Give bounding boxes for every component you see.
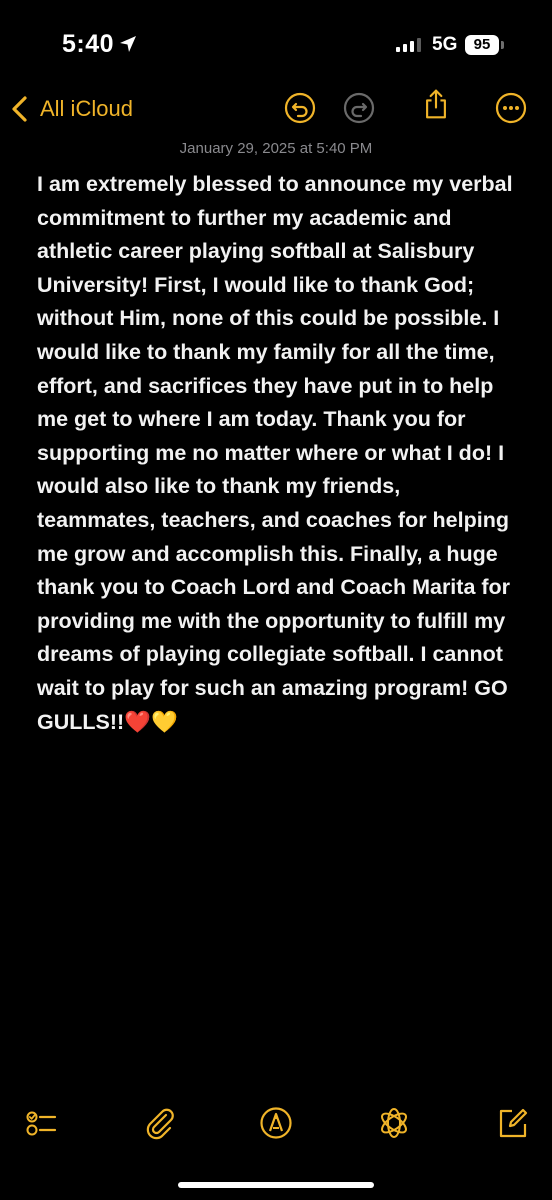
- status-time: 5:40: [62, 30, 115, 58]
- redo-icon[interactable]: [343, 92, 375, 124]
- more-icon[interactable]: [495, 92, 527, 124]
- status-bar: 5:40 5G 95: [0, 0, 552, 70]
- cellular-signal-icon: [396, 38, 421, 52]
- share-icon[interactable]: [420, 88, 452, 120]
- note-nav-bar: All iCloud: [0, 84, 552, 134]
- home-indicator[interactable]: [178, 1182, 374, 1188]
- battery-indicator: 95: [465, 35, 499, 55]
- network-type: 5G: [432, 34, 458, 55]
- checklist-icon[interactable]: [24, 1106, 58, 1140]
- paperclip-icon[interactable]: [143, 1106, 177, 1140]
- markup-icon[interactable]: [259, 1106, 293, 1140]
- location-arrow-icon: [120, 36, 136, 52]
- back-button[interactable]: All iCloud: [10, 92, 133, 126]
- battery-cap: [501, 41, 504, 49]
- chevron-left-icon: [12, 96, 27, 122]
- bottom-toolbar: [0, 1100, 552, 1150]
- note-date: January 29, 2025 at 5:40 PM: [179, 140, 373, 157]
- compose-icon[interactable]: [496, 1106, 530, 1140]
- back-label: All iCloud: [40, 96, 133, 121]
- undo-icon[interactable]: [284, 92, 316, 124]
- apple-intelligence-icon[interactable]: [377, 1106, 411, 1140]
- note-body-text[interactable]: I am extremely blessed to announce my ve…: [37, 168, 522, 739]
